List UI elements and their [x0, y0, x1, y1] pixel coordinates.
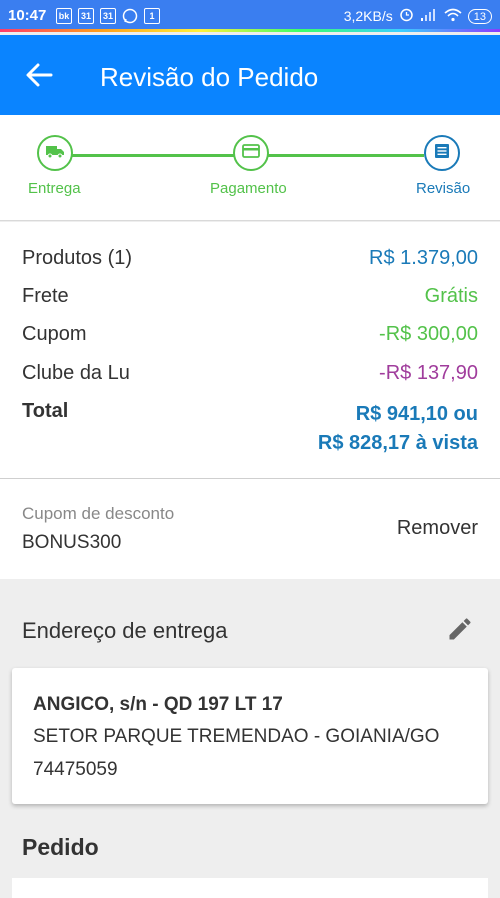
summary-row-produtos: Produtos (1) R$ 1.379,00: [22, 247, 478, 270]
battery-icon: 13: [467, 8, 492, 24]
step-revisao[interactable]: [424, 135, 460, 171]
address-section-title: Endereço de entrega: [22, 618, 228, 643]
total-value-cash: R$ 828,17 à vista: [317, 432, 478, 454]
step-label-pagamento: Pagamento: [210, 180, 287, 197]
summary-row-cupom: Cupom -R$ 300,00: [22, 323, 478, 346]
bk-icon: bk: [56, 8, 72, 24]
notification-icon: 1: [144, 8, 160, 24]
coupon-code: BONUS300: [22, 532, 122, 553]
signal-icon: [420, 8, 438, 25]
status-bar: 10:47 bk 31 31 1 3,2KB/s 13: [0, 0, 500, 32]
step-label-revisao: Revisão: [416, 180, 471, 197]
page-title: Revisão do Pedido: [100, 62, 319, 92]
coupon-label: Cupom de desconto: [22, 504, 175, 523]
edit-pencil-icon[interactable]: [446, 615, 474, 643]
status-notification-icons: bk 31 31 1: [56, 8, 160, 28]
coupon-section: Cupom de desconto BONUS300 Remover: [0, 479, 500, 579]
summary-label: Produtos (1): [22, 247, 133, 269]
edge-light-bar: [0, 29, 500, 32]
app-bar: Revisão do Pedido: [0, 35, 500, 115]
total-values: R$ 941,10 ou R$ 828,17 à vista: [318, 400, 478, 458]
step-connector: [268, 154, 424, 157]
summary-row-clube: Clube da Lu -R$ 137,90: [22, 362, 478, 385]
order-card: [12, 878, 488, 898]
total-label: Total: [22, 400, 69, 422]
summary-value: R$ 1.379,00: [369, 247, 478, 269]
step-connector: [72, 154, 234, 157]
address-card[interactable]: ANGICO, s/n - QD 197 LT 17 SETOR PARQUE …: [12, 668, 488, 804]
summary-value: Grátis: [424, 285, 478, 307]
summary-value: -R$ 137,90: [379, 362, 478, 384]
address-street: ANGICO, s/n - QD 197 LT 17: [33, 694, 283, 715]
total-value-installments: R$ 941,10 ou: [355, 403, 478, 425]
alarm-icon: [399, 7, 414, 25]
truck-icon: [45, 143, 65, 164]
credit-card-icon: [242, 143, 260, 163]
list-icon: [434, 143, 450, 164]
status-right: 3,2KB/s 13: [344, 7, 492, 25]
status-time: 10:47: [8, 7, 47, 24]
whatsapp-icon: [122, 8, 138, 28]
summary-label: Clube da Lu: [22, 362, 130, 384]
address-district-city: SETOR PARQUE TREMENDAO - GOIANIA/GO: [33, 726, 440, 747]
address-zip: 74475059: [33, 759, 118, 780]
step-label-entrega: Entrega: [28, 180, 81, 197]
step-pagamento[interactable]: [233, 135, 269, 171]
back-arrow-icon[interactable]: [24, 61, 54, 89]
summary-value: -R$ 300,00: [379, 323, 478, 345]
summary-row-frete: Frete Grátis: [22, 285, 478, 308]
checkout-stepper: Entrega Pagamento Revisão: [0, 115, 500, 221]
calendar-icon: 31: [100, 8, 116, 24]
step-entrega[interactable]: [37, 135, 73, 171]
order-summary: Produtos (1) R$ 1.379,00 Frete Grátis Cu…: [0, 222, 500, 479]
network-speed: 3,2KB/s: [343, 8, 393, 24]
wifi-icon: [444, 8, 462, 25]
summary-label: Frete: [22, 285, 69, 307]
remove-coupon-button[interactable]: Remover: [397, 517, 478, 540]
order-section-title: Pedido: [22, 834, 99, 860]
calendar-icon: 31: [78, 8, 94, 24]
summary-label: Cupom: [22, 323, 87, 345]
summary-row-total: Total R$ 941,10 ou R$ 828,17 à vista: [22, 400, 478, 458]
